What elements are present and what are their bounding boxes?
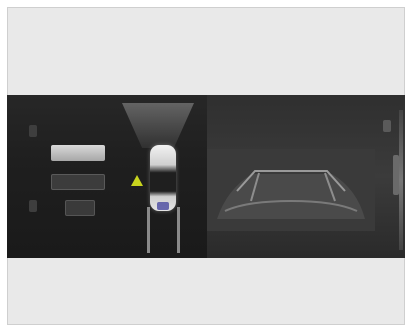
warning-icon xyxy=(131,175,143,186)
right-guide-line xyxy=(177,207,180,253)
left-guide-line xyxy=(147,207,150,253)
gear-icon[interactable] xyxy=(29,125,37,137)
camera-select-button[interactable] xyxy=(51,174,105,190)
option-button[interactable] xyxy=(65,200,95,216)
back-icon[interactable] xyxy=(29,200,37,212)
front-sensor-zone xyxy=(122,103,194,148)
top-view-panel xyxy=(7,95,207,258)
right-edge-bar xyxy=(399,110,403,250)
settings-icon[interactable] xyxy=(383,120,391,132)
rear-camera-image xyxy=(207,149,375,231)
parking-assist-display xyxy=(7,95,405,258)
view-mode-button[interactable] xyxy=(51,145,105,161)
vehicle-rear-marker xyxy=(157,202,169,210)
